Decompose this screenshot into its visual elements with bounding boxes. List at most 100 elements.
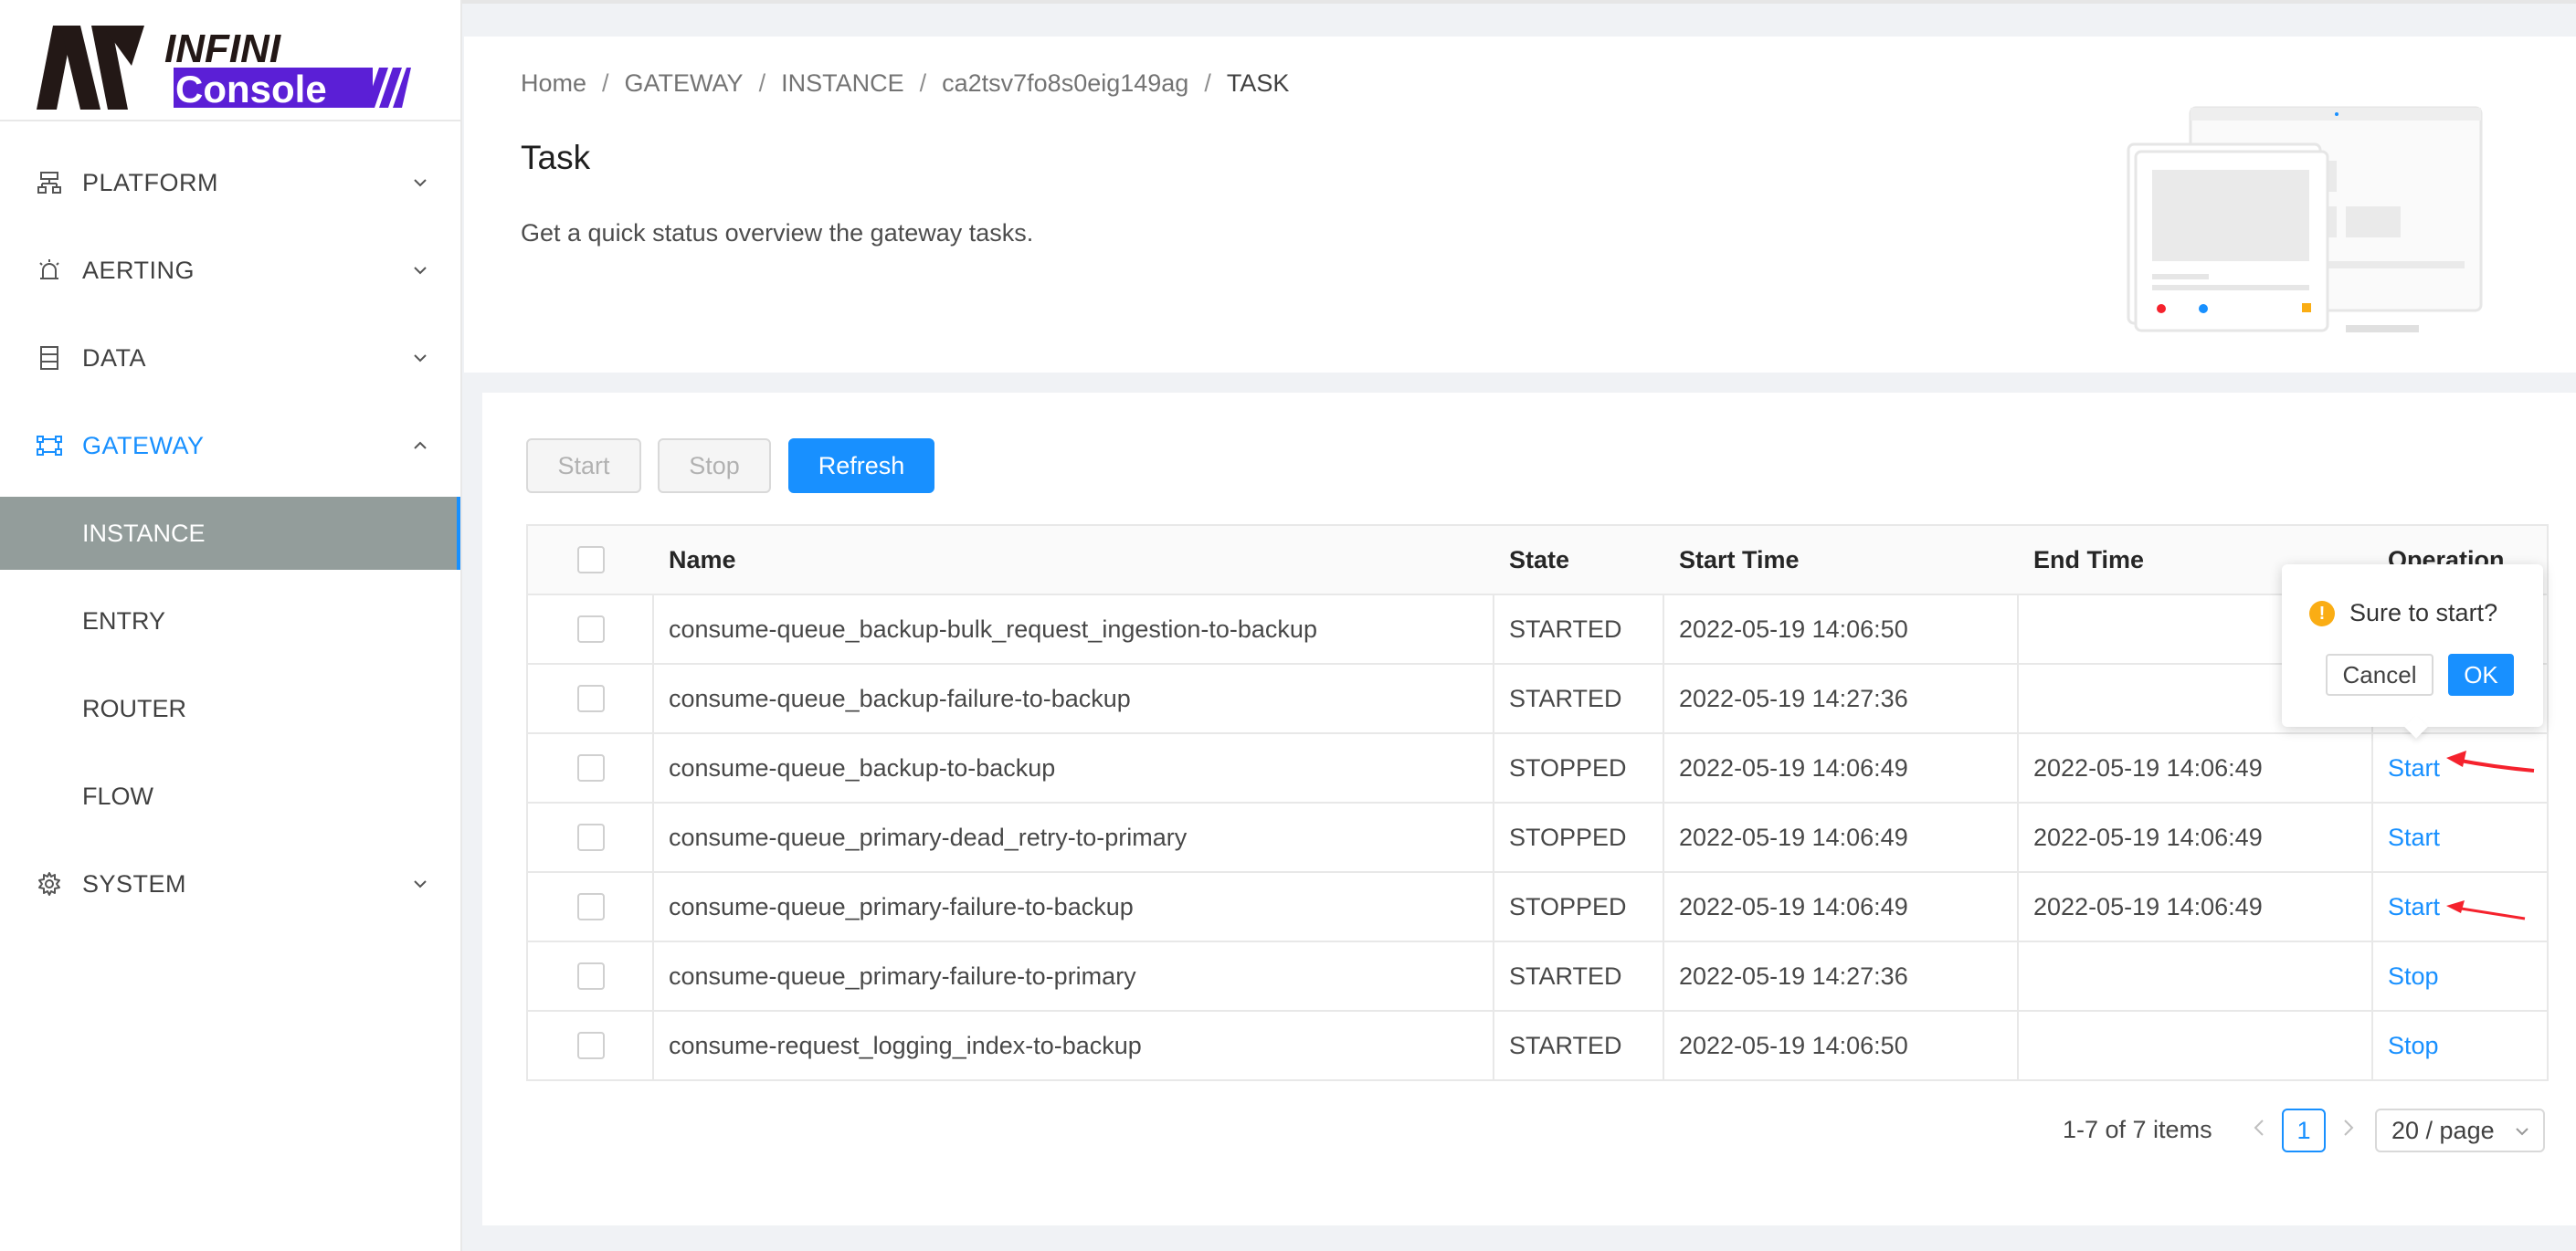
sidebar-subitem-router[interactable]: ROUTER bbox=[0, 672, 460, 745]
row-checkbox[interactable] bbox=[577, 685, 605, 712]
column-header-start-time[interactable]: Start Time bbox=[1679, 526, 1800, 594]
task-state: STARTED bbox=[1509, 684, 1622, 712]
chevron-down-icon bbox=[414, 267, 427, 275]
task-state: STOPPED bbox=[1509, 892, 1627, 920]
task-name: consume-queue_primary-dead_retry-to-prim… bbox=[669, 823, 1188, 851]
sidebar-subitem-instance[interactable]: INSTANCE bbox=[0, 497, 460, 570]
task-name: consume-queue_primary-failure-to-primary bbox=[669, 962, 1136, 990]
chevron-down-icon bbox=[2516, 1128, 2528, 1136]
ok-button[interactable]: OK bbox=[2448, 654, 2514, 696]
platform-icon bbox=[37, 172, 61, 194]
sidebar-item-label: GATEWAY bbox=[82, 431, 205, 459]
row-checkbox[interactable] bbox=[577, 824, 605, 851]
row-select-cell bbox=[577, 595, 605, 663]
popover-message: Sure to start? bbox=[2349, 599, 2498, 626]
task-state: STARTED bbox=[1509, 1031, 1622, 1059]
stop-task-link[interactable]: Stop bbox=[2388, 1012, 2439, 1079]
start-button[interactable]: Start bbox=[526, 438, 641, 493]
header-illustration bbox=[2127, 106, 2483, 332]
start-confirm-popover: ! Sure to start? Cancel OK bbox=[2282, 564, 2543, 739]
infini-console-logo[interactable]: INFINI Console bbox=[37, 20, 411, 111]
task-name: consume-queue_backup-failure-to-backup bbox=[669, 684, 1131, 712]
row-select-cell bbox=[577, 665, 605, 732]
pagination-total: 1-7 of 7 items bbox=[2063, 1116, 2212, 1143]
table-row: consume-queue_primary-failure-to-primary… bbox=[528, 942, 2547, 1012]
task-state: STARTED bbox=[1509, 962, 1622, 990]
table-row: consume-queue_primary-dead_retry-to-prim… bbox=[528, 804, 2547, 873]
page-header: Home / GATEWAY / INSTANCE / ca2tsv7fo8s0eig149… bbox=[464, 37, 2576, 373]
pagination-page-1[interactable]: 1 bbox=[2282, 1109, 2326, 1152]
task-start-time: 2022-05-19 14:06:50 bbox=[1679, 1031, 1908, 1059]
sidebar-item-aerting[interactable]: AERTING bbox=[0, 234, 460, 307]
sidebar-subitem-label: ENTRY bbox=[82, 606, 166, 635]
row-checkbox[interactable] bbox=[577, 893, 605, 920]
breadcrumb-gateway[interactable]: GATEWAY bbox=[625, 69, 744, 97]
sidebar-item-system[interactable]: SYSTEM bbox=[0, 847, 460, 920]
pagination-next-button[interactable] bbox=[2340, 1116, 2357, 1146]
task-start-time: 2022-05-19 14:27:36 bbox=[1679, 684, 1908, 712]
task-start-time: 2022-05-19 14:06:49 bbox=[1679, 892, 1908, 920]
table-header-row: Name State Start Time End Time Operation bbox=[528, 526, 2547, 595]
chevron-down-icon bbox=[414, 179, 427, 187]
database-icon bbox=[40, 346, 58, 370]
start-task-link[interactable]: Start bbox=[2388, 734, 2440, 802]
column-header-name[interactable]: Name bbox=[669, 526, 736, 594]
row-checkbox[interactable] bbox=[577, 962, 605, 990]
task-state: STOPPED bbox=[1509, 823, 1627, 851]
breadcrumb-instance-id[interactable]: ca2tsv7fo8s0eig149ag bbox=[942, 69, 1188, 97]
page-size-select[interactable]: 20 / page bbox=[2375, 1109, 2545, 1152]
sidebar-item-label: PLATFORM bbox=[82, 168, 219, 196]
chevron-right-icon bbox=[2344, 1120, 2354, 1136]
table-row: consume-queue_primary-failure-to-backup … bbox=[528, 873, 2547, 942]
table-row: consume-queue_backup-failure-to-backup S… bbox=[528, 665, 2547, 734]
stop-button[interactable]: Stop bbox=[658, 438, 771, 493]
select-all-checkbox[interactable] bbox=[577, 546, 605, 573]
task-end-time: 2022-05-19 14:06:49 bbox=[2033, 892, 2263, 920]
sidebar-item-gateway[interactable]: GATEWAY bbox=[0, 409, 460, 482]
select-all-cell bbox=[577, 526, 605, 594]
sidebar: INFINI Console PLATFORM AERTING DATA GAT… bbox=[0, 0, 462, 1251]
logo-divider bbox=[0, 120, 460, 121]
start-task-link[interactable]: Start bbox=[2388, 804, 2440, 871]
chevron-left-icon bbox=[2254, 1120, 2264, 1136]
task-name: consume-queue_primary-failure-to-backup bbox=[669, 892, 1134, 920]
table-row: consume-request_logging_index-to-backup … bbox=[528, 1012, 2547, 1081]
page-size-value: 20 / page bbox=[2391, 1116, 2495, 1144]
task-state: STARTED bbox=[1509, 615, 1622, 643]
sidebar-subitem-flow[interactable]: FLOW bbox=[0, 760, 460, 833]
sidebar-item-platform[interactable]: PLATFORM bbox=[0, 146, 460, 219]
row-checkbox[interactable] bbox=[577, 1032, 605, 1059]
row-checkbox[interactable] bbox=[577, 754, 605, 782]
task-card: Start Stop Refresh Name State Start Time… bbox=[482, 393, 2576, 1225]
column-header-end-time[interactable]: End Time bbox=[2033, 526, 2144, 594]
page-title: Task bbox=[521, 139, 591, 176]
task-name: consume-queue_backup-bulk_request_ingest… bbox=[669, 615, 1317, 643]
warning-icon: ! bbox=[2309, 601, 2335, 626]
pagination-prev-button[interactable] bbox=[2251, 1116, 2267, 1146]
task-name: consume-request_logging_index-to-backup bbox=[669, 1031, 1142, 1059]
breadcrumb-home[interactable]: Home bbox=[521, 69, 586, 97]
chevron-down-icon bbox=[414, 880, 427, 888]
sidebar-subitem-label: FLOW bbox=[82, 782, 153, 810]
row-select-cell bbox=[577, 1012, 605, 1079]
sidebar-item-label: DATA bbox=[82, 343, 147, 372]
logo-text-infini: INFINI bbox=[164, 26, 281, 71]
cancel-button[interactable]: Cancel bbox=[2326, 654, 2433, 696]
logo-text-console: Console bbox=[175, 68, 327, 110]
refresh-button[interactable]: Refresh bbox=[788, 438, 934, 493]
stop-task-link[interactable]: Stop bbox=[2388, 942, 2439, 1010]
breadcrumb-instance[interactable]: INSTANCE bbox=[781, 69, 904, 97]
task-start-time: 2022-05-19 14:06:49 bbox=[1679, 753, 1908, 782]
page-description: Get a quick status overview the gateway … bbox=[521, 219, 1034, 247]
row-checkbox[interactable] bbox=[577, 615, 605, 643]
gear-icon bbox=[38, 872, 60, 896]
task-start-time: 2022-05-19 14:06:50 bbox=[1679, 615, 1908, 643]
task-end-time: 2022-05-19 14:06:49 bbox=[2033, 823, 2263, 851]
task-end-time: 2022-05-19 14:06:49 bbox=[2033, 753, 2263, 782]
sidebar-item-data[interactable]: DATA bbox=[0, 321, 460, 394]
column-header-state[interactable]: State bbox=[1509, 526, 1569, 594]
gateway-icon bbox=[37, 436, 62, 456]
start-task-link[interactable]: Start bbox=[2388, 873, 2440, 941]
task-start-time: 2022-05-19 14:27:36 bbox=[1679, 962, 1908, 990]
sidebar-subitem-entry[interactable]: ENTRY bbox=[0, 584, 460, 657]
